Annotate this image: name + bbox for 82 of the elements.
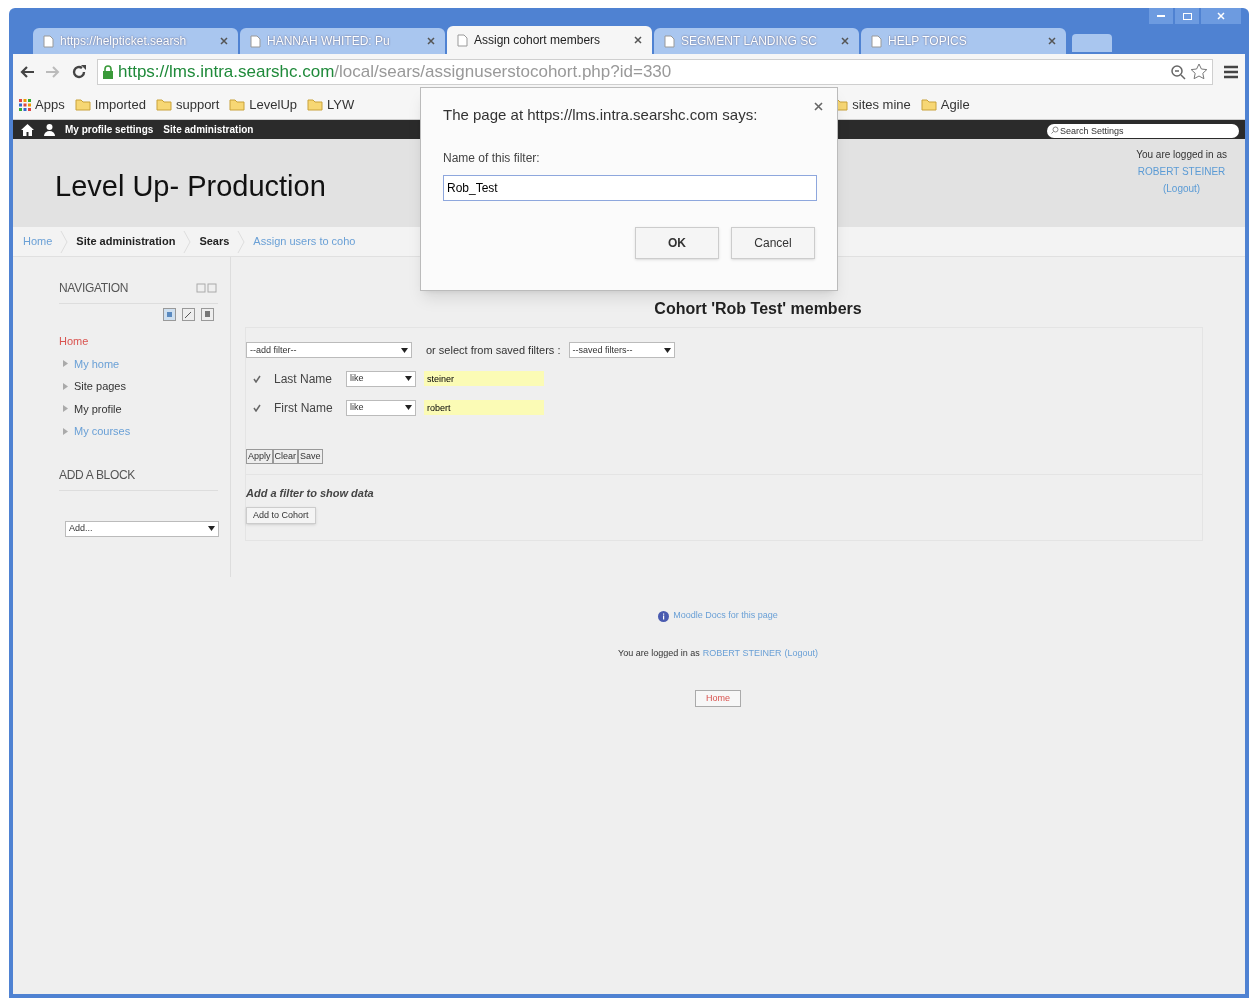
- dialog-message: The page at https://lms.intra.searshc.com says:: [443, 105, 758, 125]
- close-icon[interactable]: [634, 36, 642, 44]
- page-icon: [664, 34, 675, 48]
- page-icon: [43, 34, 54, 48]
- dropdown-arrow-icon: [405, 405, 412, 410]
- back-icon[interactable]: [19, 65, 35, 79]
- folder-icon: [155, 98, 172, 111]
- dropdown-arrow-icon: [405, 376, 412, 381]
- zoom-icon[interactable]: [1170, 64, 1186, 80]
- filter-label: First Name: [274, 399, 334, 417]
- filter-button[interactable]: Clear: [272, 448, 299, 464]
- filter-label: Last Name: [274, 370, 334, 388]
- dropdown-arrow-icon: [663, 347, 671, 353]
- info-icon: [658, 610, 670, 622]
- field-label: Name of this filter:: [443, 149, 541, 167]
- bookmark[interactable]: Apps: [19, 94, 65, 115]
- close-icon[interactable]: [814, 102, 823, 111]
- operator-select[interactable]: like: [346, 370, 416, 387]
- dropdown-arrow-icon: [208, 526, 215, 531]
- folder-icon: [74, 98, 91, 111]
- nav-link[interactable]: Site pages: [74, 378, 126, 395]
- dialog-button[interactable]: Cancel: [731, 226, 815, 259]
- dialog-button[interactable]: OK: [635, 226, 719, 259]
- close-icon[interactable]: [220, 37, 228, 45]
- nav-link[interactable]: Home: [59, 333, 218, 350]
- maximize-icon[interactable]: [1175, 8, 1199, 24]
- bookmark[interactable]: Agile: [920, 94, 970, 115]
- filter-name-field[interactable]: Rob_Test: [443, 174, 817, 201]
- close-icon[interactable]: [1048, 37, 1056, 45]
- add-block-select[interactable]: Add...: [65, 520, 219, 537]
- login-text: You are logged in as: [1136, 148, 1227, 162]
- star-icon[interactable]: [1190, 63, 1208, 81]
- saved-filters-label: or select from saved filters :: [426, 343, 561, 358]
- close-icon[interactable]: [427, 37, 435, 45]
- nav-link[interactable]: My profile: [74, 400, 122, 417]
- page-heading: Cohort 'Rob Test' members: [653, 299, 863, 319]
- checkbox[interactable]: [252, 402, 262, 413]
- close-icon[interactable]: [841, 37, 849, 45]
- login-text: You are logged in as: [618, 646, 700, 660]
- breadcrumb-link[interactable]: Sears: [199, 233, 230, 250]
- filter-button[interactable]: Apply: [246, 448, 273, 464]
- bookmark[interactable]: support: [155, 94, 220, 115]
- apps-icon: [19, 98, 31, 111]
- window-controls[interactable]: [1149, 8, 1241, 24]
- navbar-link[interactable]: Site administration: [163, 122, 254, 137]
- bookmark[interactable]: LYW: [307, 94, 355, 115]
- minimize-icon[interactable]: [1149, 8, 1173, 24]
- dock-icon[interactable]: [163, 308, 176, 321]
- filter-button[interactable]: Save: [298, 448, 323, 464]
- user-icon[interactable]: [44, 123, 55, 136]
- filter-value-field[interactable]: steiner: [424, 371, 544, 386]
- operator-select[interactable]: like: [346, 399, 416, 416]
- page-icon: [871, 34, 882, 48]
- filter-select[interactable]: --add filter--: [246, 342, 412, 359]
- breadcrumb-link[interactable]: Site administration: [76, 233, 176, 250]
- folder-icon: [229, 98, 246, 111]
- search-field[interactable]: Search Settings: [1047, 123, 1239, 138]
- notice-text: Add a filter to show data: [246, 485, 375, 501]
- block-title: NAVIGATION: [59, 280, 129, 297]
- navbar-link[interactable]: My profile settings: [65, 122, 154, 137]
- add-to-cohort-button[interactable]: Add to Cohort: [246, 507, 316, 525]
- checkbox[interactable]: [252, 373, 262, 384]
- site-title: Level Up- Production: [55, 169, 326, 204]
- browser-tab[interactable]: Assign cohort members: [447, 26, 652, 54]
- address-bar[interactable]: https://lms.intra.searshc.com/local/sears/assignuserstocohort.php?id=330: [97, 59, 1213, 85]
- bookmark[interactable]: Imported: [74, 94, 146, 115]
- page-icon: [457, 33, 468, 47]
- menu-icon[interactable]: [1223, 65, 1239, 79]
- home-button[interactable]: Home: [695, 690, 741, 708]
- edit-icon[interactable]: [182, 308, 195, 321]
- saved-filters-select[interactable]: --saved filters--: [568, 342, 675, 359]
- lock-icon: [102, 65, 114, 79]
- home-icon[interactable]: [21, 123, 34, 136]
- reload-icon[interactable]: [71, 64, 87, 80]
- filter-value-field[interactable]: robert: [424, 400, 544, 415]
- folder-icon: [920, 98, 937, 111]
- dropdown-arrow-icon: [401, 347, 408, 353]
- bookmark[interactable]: LevelUp: [229, 94, 298, 115]
- move-icon[interactable]: [201, 308, 214, 321]
- block-title: ADD A BLOCK: [59, 465, 218, 491]
- folder-icon: [307, 98, 324, 111]
- page-icon: [250, 34, 261, 48]
